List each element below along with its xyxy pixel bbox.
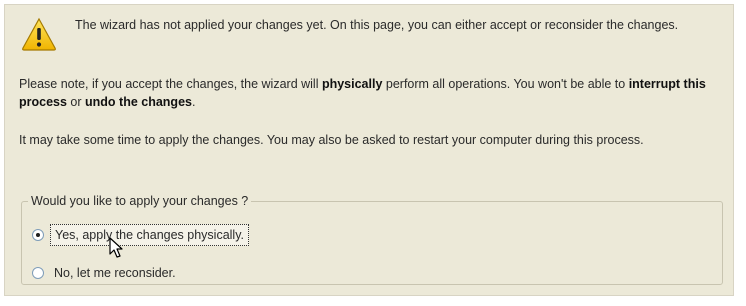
- yes-apply-label[interactable]: Yes, apply the changes physically.: [50, 224, 250, 246]
- note-connector: or: [66, 95, 86, 109]
- wizard-page: The wizard has not applied your changes …: [4, 4, 734, 296]
- no-reconsider-radio[interactable]: [32, 267, 44, 279]
- warning-text: The wizard has not applied your changes …: [75, 18, 679, 32]
- warning-banner: The wizard has not applied your changes …: [17, 13, 727, 57]
- note-prefix: Please note, if you accept the changes, …: [19, 77, 322, 91]
- note-physically: physically: [321, 77, 383, 91]
- note-suffix: .: [191, 95, 196, 109]
- physical-operations-note: Please note, if you accept the changes, …: [19, 75, 725, 111]
- mouse-pointer-icon: [109, 237, 123, 258]
- note-undo: undo the changes: [85, 95, 192, 109]
- apply-changes-question: Would you like to apply your changes ?: [28, 192, 252, 210]
- no-reconsider-option[interactable]: No, let me reconsider.: [32, 262, 180, 284]
- yes-apply-option[interactable]: Yes, apply the changes physically.: [32, 224, 250, 246]
- note-middle: perform all operations. You won't be abl…: [382, 77, 629, 91]
- yes-apply-radio[interactable]: [32, 229, 44, 241]
- warning-icon: [22, 17, 56, 51]
- apply-changes-group: Would you like to apply your changes ? Y…: [21, 192, 723, 285]
- no-reconsider-label[interactable]: No, let me reconsider.: [50, 263, 180, 283]
- restart-note: It may take some time to apply the chang…: [19, 133, 644, 147]
